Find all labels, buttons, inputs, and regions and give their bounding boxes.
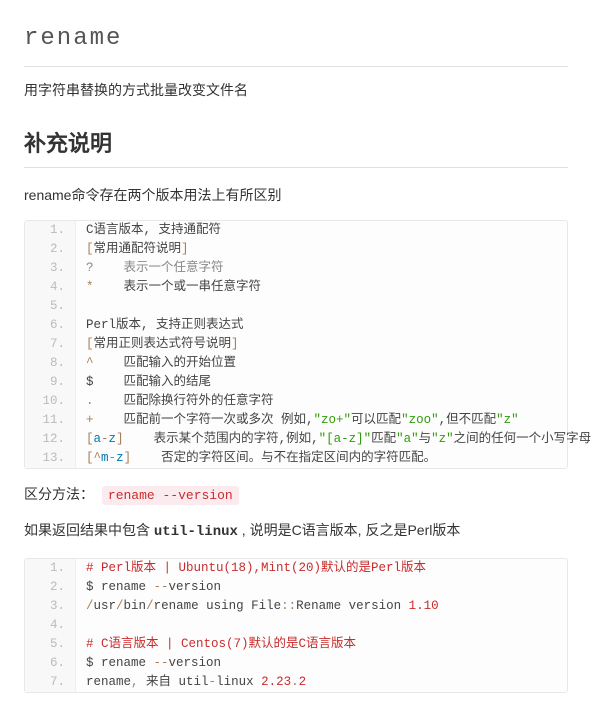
code-line: 1.C语言版本, 支持通配符 [25, 221, 567, 240]
line-number: 10. [25, 392, 76, 411]
line-content: [^m-z] 否定的字符区间。与不在指定区间内的字符匹配。 [76, 449, 436, 468]
line-number: 11. [25, 411, 76, 430]
section-heading: 补充说明 [24, 126, 568, 168]
line-number: 7. [25, 673, 76, 692]
line-content: $ rename --version [76, 578, 221, 597]
code-line: 5. [25, 297, 567, 316]
line-number: 2. [25, 578, 76, 597]
code-line: 7.[常用正则表达式符号说明] [25, 335, 567, 354]
code-line: 9.$ 匹配输入的结尾 [25, 373, 567, 392]
intro-text: rename命令存在两个版本用法上有所区别 [24, 184, 568, 206]
code-line: 2.$ rename --version [25, 578, 567, 597]
code-line: 4. [25, 616, 567, 635]
line-number: 12. [25, 430, 76, 449]
result-suffix: , 说明是C语言版本, 反之是Perl版本 [238, 522, 460, 538]
line-content: $ rename --version [76, 654, 221, 673]
line-content: Perl版本, 支持正则表达式 [76, 316, 244, 335]
code-line: 3.? 表示一个任意字符 [25, 259, 567, 278]
code-line: 4.* 表示一个或一串任意字符 [25, 278, 567, 297]
code-line: 8.^ 匹配输入的开始位置 [25, 354, 567, 373]
line-content: ? 表示一个任意字符 [76, 259, 224, 278]
line-number: 9. [25, 373, 76, 392]
line-number: 6. [25, 316, 76, 335]
distinguish-command: rename --version [102, 486, 239, 505]
distinguish-line: 区分方法： rename --version [24, 483, 568, 507]
line-number: 6. [25, 654, 76, 673]
line-content: /usr/bin/rename using File::Rename versi… [76, 597, 439, 616]
line-number: 1. [25, 221, 76, 240]
line-content: [常用正则表达式符号说明] [76, 335, 239, 354]
line-content: * 表示一个或一串任意字符 [76, 278, 261, 297]
code-line: 11.+ 匹配前一个字符一次或多次 例如,"zo+"可以匹配"zoo",但不匹配… [25, 411, 567, 430]
line-content: + 匹配前一个字符一次或多次 例如,"zo+"可以匹配"zoo",但不匹配"z" [76, 411, 519, 430]
code-line: 13.[^m-z] 否定的字符区间。与不在指定区间内的字符匹配。 [25, 449, 567, 468]
code-block-2: 1.# Perl版本 | Ubuntu(18),Mint(20)默认的是Perl… [24, 558, 568, 693]
code-line: 2.[常用通配符说明] [25, 240, 567, 259]
page-title: rename [24, 20, 568, 67]
subtitle: 用字符串替换的方式批量改变文件名 [24, 79, 568, 101]
code-line: 1.# Perl版本 | Ubuntu(18),Mint(20)默认的是Perl… [25, 559, 567, 578]
line-number: 1. [25, 559, 76, 578]
line-number: 5. [25, 297, 76, 316]
code-line: 12.[a-z] 表示某个范围内的字符,例如,"[a-z]"匹配"a"与"z"之… [25, 430, 567, 449]
line-number: 2. [25, 240, 76, 259]
code-line: 5.# C语言版本 | Centos(7)默认的是C语言版本 [25, 635, 567, 654]
result-prefix: 如果返回结果中包含 [24, 522, 154, 538]
line-content: # Perl版本 | Ubuntu(18),Mint(20)默认的是Perl版本 [76, 559, 426, 578]
code-block-1: 1.C语言版本, 支持通配符2.[常用通配符说明]3.? 表示一个任意字符4.*… [24, 220, 568, 469]
line-content: . 匹配除换行符外的任意字符 [76, 392, 274, 411]
line-content: C语言版本, 支持通配符 [76, 221, 221, 240]
result-description: 如果返回结果中包含 util-linux , 说明是C语言版本, 反之是Perl… [24, 519, 568, 543]
code-line: 6.Perl版本, 支持正则表达式 [25, 316, 567, 335]
line-number: 8. [25, 354, 76, 373]
code-line: 6.$ rename --version [25, 654, 567, 673]
result-mono: util-linux [154, 524, 238, 540]
line-content: rename, 来自 util-linux 2.23.2 [76, 673, 306, 692]
line-number: 5. [25, 635, 76, 654]
line-number: 3. [25, 259, 76, 278]
line-content: [a-z] 表示某个范围内的字符,例如,"[a-z]"匹配"a"与"z"之间的任… [76, 430, 592, 449]
line-content: ^ 匹配输入的开始位置 [76, 354, 236, 373]
line-content: # C语言版本 | Centos(7)默认的是C语言版本 [76, 635, 356, 654]
line-number: 4. [25, 616, 76, 635]
line-number: 3. [25, 597, 76, 616]
code-line: 7.rename, 来自 util-linux 2.23.2 [25, 673, 567, 692]
line-number: 4. [25, 278, 76, 297]
code-line: 10.. 匹配除换行符外的任意字符 [25, 392, 567, 411]
distinguish-label: 区分方法： [24, 486, 94, 502]
code-line: 3./usr/bin/rename using File::Rename ver… [25, 597, 567, 616]
line-number: 7. [25, 335, 76, 354]
line-content: [常用通配符说明] [76, 240, 189, 259]
line-content: $ 匹配输入的结尾 [76, 373, 211, 392]
line-number: 13. [25, 449, 76, 468]
